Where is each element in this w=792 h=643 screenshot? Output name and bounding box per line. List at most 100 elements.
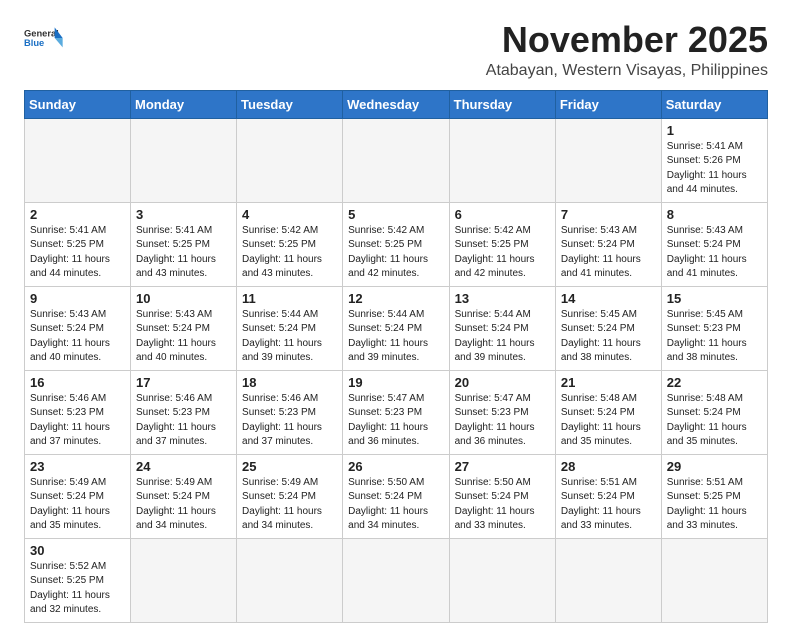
day-number: 2	[30, 207, 125, 222]
calendar-cell: 19 Sunrise: 5:47 AM Sunset: 5:23 PM Dayli…	[343, 370, 449, 454]
calendar-cell: 17 Sunrise: 5:46 AM Sunset: 5:23 PM Dayli…	[131, 370, 237, 454]
day-number: 12	[348, 291, 443, 306]
page-header: General Blue November 2025 Atabayan, Wes…	[24, 20, 768, 80]
calendar-cell: 6 Sunrise: 5:42 AM Sunset: 5:25 PM Daylig…	[449, 202, 555, 286]
calendar-cell	[555, 538, 661, 622]
calendar-cell: 28Sunrise: 5:51 AM Sunset: 5:24 PM Dayli…	[555, 454, 661, 538]
day-info: Sunrise: 5:44 AM Sunset: 5:24 PM Dayligh…	[455, 308, 550, 366]
day-number: 18	[242, 375, 337, 390]
day-number: 1	[667, 123, 762, 138]
calendar-cell	[555, 118, 661, 202]
calendar-cell: 30 Sunrise: 5:52 AM Sunset: 5:25 PM Dayli…	[25, 538, 131, 622]
day-info: Sunrise: 5:47 AM Sunset: 5:23 PM Dayligh…	[348, 392, 443, 450]
day-number: 5	[348, 207, 443, 222]
day-info: Sunrise: 5:46 AM Sunset: 5:23 PM Dayligh…	[30, 392, 125, 450]
calendar-cell: 14Sunrise: 5:45 AM Sunset: 5:24 PM Dayli…	[555, 286, 661, 370]
day-number: 17	[136, 375, 231, 390]
calendar-cell: 8Sunrise: 5:43 AM Sunset: 5:24 PM Daylig…	[661, 202, 767, 286]
day-info: Sunrise: 5:44 AM Sunset: 5:24 PM Dayligh…	[348, 308, 443, 366]
day-info: Sunrise: 5:42 AM Sunset: 5:25 PM Dayligh…	[348, 224, 443, 282]
day-info: Sunrise: 5:46 AM Sunset: 5:23 PM Dayligh…	[242, 392, 337, 450]
calendar-table: SundayMondayTuesdayWednesdayThursdayFrid…	[24, 90, 768, 623]
day-info: Sunrise: 5:47 AM Sunset: 5:23 PM Dayligh…	[455, 392, 550, 450]
calendar-cell: 20 Sunrise: 5:47 AM Sunset: 5:23 PM Dayli…	[449, 370, 555, 454]
day-number: 7	[561, 207, 656, 222]
day-number: 30	[30, 543, 125, 558]
calendar-cell	[131, 538, 237, 622]
calendar-cell: 3 Sunrise: 5:41 AM Sunset: 5:25 PM Daylig…	[131, 202, 237, 286]
day-info: Sunrise: 5:51 AM Sunset: 5:24 PM Dayligh…	[561, 476, 656, 534]
calendar-cell	[237, 538, 343, 622]
day-number: 19	[348, 375, 443, 390]
day-number: 24	[136, 459, 231, 474]
weekday-header-row: SundayMondayTuesdayWednesdayThursdayFrid…	[25, 90, 768, 118]
weekday-header-sunday: Sunday	[25, 90, 131, 118]
calendar-cell: 23 Sunrise: 5:49 AM Sunset: 5:24 PM Dayli…	[25, 454, 131, 538]
weekday-header-tuesday: Tuesday	[237, 90, 343, 118]
day-number: 9	[30, 291, 125, 306]
svg-text:General: General	[24, 29, 59, 39]
day-number: 15	[667, 291, 762, 306]
day-info: Sunrise: 5:43 AM Sunset: 5:24 PM Dayligh…	[30, 308, 125, 366]
calendar-cell: 15Sunrise: 5:45 AM Sunset: 5:23 PM Dayli…	[661, 286, 767, 370]
location-subtitle: Atabayan, Western Visayas, Philippines	[486, 62, 768, 80]
week-row-5: 23 Sunrise: 5:49 AM Sunset: 5:24 PM Dayli…	[25, 454, 768, 538]
day-number: 23	[30, 459, 125, 474]
month-title: November 2025	[486, 20, 768, 60]
week-row-6: 30 Sunrise: 5:52 AM Sunset: 5:25 PM Dayli…	[25, 538, 768, 622]
day-info: Sunrise: 5:43 AM Sunset: 5:24 PM Dayligh…	[561, 224, 656, 282]
day-info: Sunrise: 5:51 AM Sunset: 5:25 PM Dayligh…	[667, 476, 762, 534]
calendar-cell: 18 Sunrise: 5:46 AM Sunset: 5:23 PM Dayli…	[237, 370, 343, 454]
day-number: 10	[136, 291, 231, 306]
day-number: 25	[242, 459, 337, 474]
day-info: Sunrise: 5:41 AM Sunset: 5:25 PM Dayligh…	[136, 224, 231, 282]
logo: General Blue	[24, 20, 64, 54]
day-number: 4	[242, 207, 337, 222]
day-info: Sunrise: 5:42 AM Sunset: 5:25 PM Dayligh…	[242, 224, 337, 282]
calendar-cell	[237, 118, 343, 202]
day-info: Sunrise: 5:41 AM Sunset: 5:25 PM Dayligh…	[30, 224, 125, 282]
day-info: Sunrise: 5:50 AM Sunset: 5:24 PM Dayligh…	[348, 476, 443, 534]
day-number: 22	[667, 375, 762, 390]
day-number: 27	[455, 459, 550, 474]
calendar-cell: 24Sunrise: 5:49 AM Sunset: 5:24 PM Dayli…	[131, 454, 237, 538]
week-row-4: 16Sunrise: 5:46 AM Sunset: 5:23 PM Dayli…	[25, 370, 768, 454]
day-info: Sunrise: 5:52 AM Sunset: 5:25 PM Dayligh…	[30, 560, 125, 618]
calendar-cell: 26Sunrise: 5:50 AM Sunset: 5:24 PM Dayli…	[343, 454, 449, 538]
calendar-cell: 13 Sunrise: 5:44 AM Sunset: 5:24 PM Dayli…	[449, 286, 555, 370]
day-number: 14	[561, 291, 656, 306]
day-number: 3	[136, 207, 231, 222]
weekday-header-thursday: Thursday	[449, 90, 555, 118]
calendar-cell	[25, 118, 131, 202]
weekday-header-friday: Friday	[555, 90, 661, 118]
week-row-1: 1 Sunrise: 5:41 AM Sunset: 5:26 PM Daylig…	[25, 118, 768, 202]
day-number: 20	[455, 375, 550, 390]
day-info: Sunrise: 5:49 AM Sunset: 5:24 PM Dayligh…	[30, 476, 125, 534]
calendar-cell: 10Sunrise: 5:43 AM Sunset: 5:24 PM Dayli…	[131, 286, 237, 370]
generalblue-logo-icon: General Blue	[24, 24, 64, 52]
calendar-cell: 4 Sunrise: 5:42 AM Sunset: 5:25 PM Daylig…	[237, 202, 343, 286]
calendar-cell: 21Sunrise: 5:48 AM Sunset: 5:24 PM Dayli…	[555, 370, 661, 454]
day-info: Sunrise: 5:42 AM Sunset: 5:25 PM Dayligh…	[455, 224, 550, 282]
day-info: Sunrise: 5:44 AM Sunset: 5:24 PM Dayligh…	[242, 308, 337, 366]
calendar-cell: 5 Sunrise: 5:42 AM Sunset: 5:25 PM Daylig…	[343, 202, 449, 286]
weekday-header-monday: Monday	[131, 90, 237, 118]
calendar-cell: 2 Sunrise: 5:41 AM Sunset: 5:25 PM Daylig…	[25, 202, 131, 286]
day-number: 6	[455, 207, 550, 222]
calendar-title-area: November 2025 Atabayan, Western Visayas,…	[486, 20, 768, 80]
calendar-cell: 1 Sunrise: 5:41 AM Sunset: 5:26 PM Daylig…	[661, 118, 767, 202]
week-row-2: 2 Sunrise: 5:41 AM Sunset: 5:25 PM Daylig…	[25, 202, 768, 286]
calendar-cell: 11Sunrise: 5:44 AM Sunset: 5:24 PM Dayli…	[237, 286, 343, 370]
day-number: 8	[667, 207, 762, 222]
day-info: Sunrise: 5:49 AM Sunset: 5:24 PM Dayligh…	[242, 476, 337, 534]
calendar-cell: 27Sunrise: 5:50 AM Sunset: 5:24 PM Dayli…	[449, 454, 555, 538]
day-info: Sunrise: 5:46 AM Sunset: 5:23 PM Dayligh…	[136, 392, 231, 450]
calendar-cell: 22Sunrise: 5:48 AM Sunset: 5:24 PM Dayli…	[661, 370, 767, 454]
calendar-cell: 29Sunrise: 5:51 AM Sunset: 5:25 PM Dayli…	[661, 454, 767, 538]
calendar-cell	[661, 538, 767, 622]
weekday-header-saturday: Saturday	[661, 90, 767, 118]
calendar-cell	[449, 538, 555, 622]
day-number: 13	[455, 291, 550, 306]
calendar-cell	[131, 118, 237, 202]
day-info: Sunrise: 5:41 AM Sunset: 5:26 PM Dayligh…	[667, 140, 762, 198]
